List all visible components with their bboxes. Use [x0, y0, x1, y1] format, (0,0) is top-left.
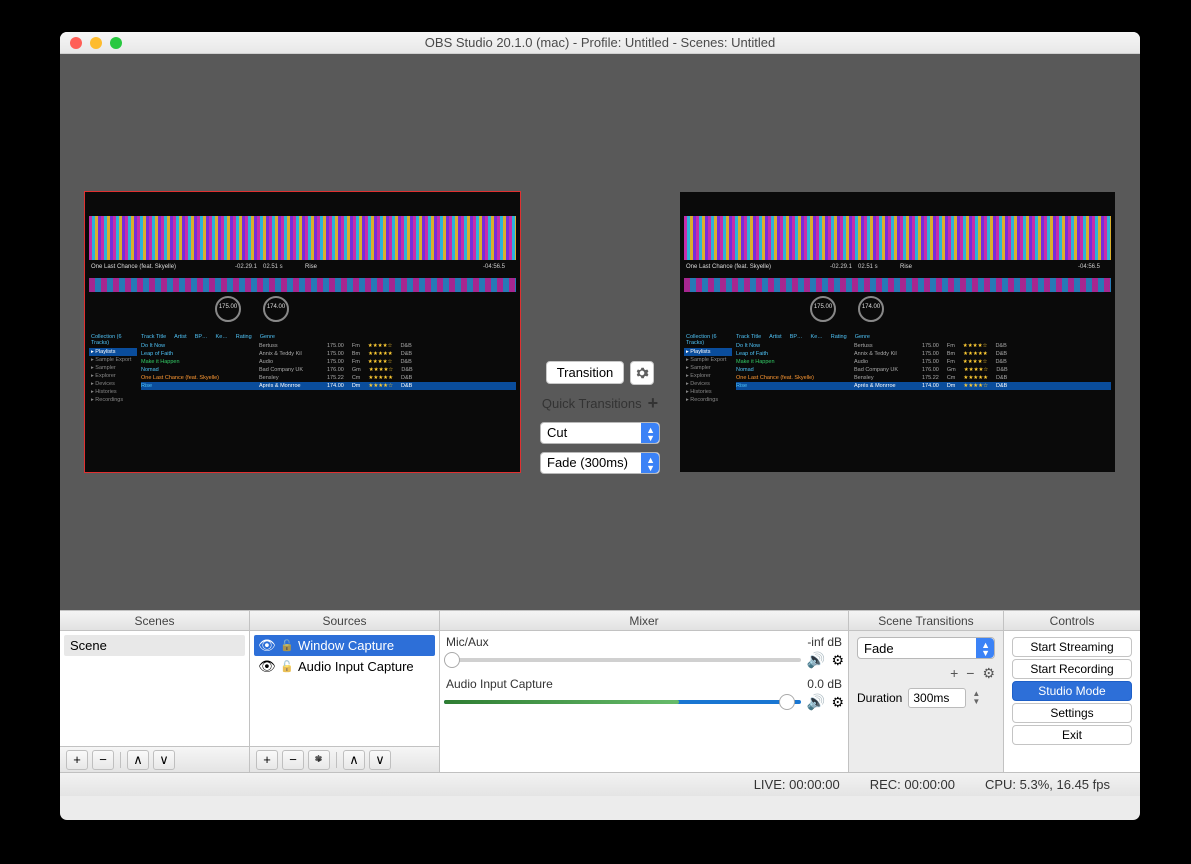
scene-transitions-header: Scene Transitions — [849, 611, 1003, 631]
remove-scene-button[interactable]: − — [92, 750, 114, 770]
window-title: OBS Studio 20.1.0 (mac) - Profile: Untit… — [60, 35, 1140, 50]
remove-transition-button[interactable]: − — [966, 665, 974, 682]
gear-icon — [313, 754, 325, 766]
lock-icon[interactable]: 🔓 — [280, 639, 292, 652]
minimize-icon[interactable] — [90, 37, 102, 49]
eye-icon[interactable]: 👁 — [258, 658, 274, 675]
scene-transition-select[interactable]: Fade ▲▼ — [857, 637, 995, 659]
scene-down-button[interactable]: ∨ — [153, 750, 175, 770]
control-button-settings[interactable]: Settings — [1012, 703, 1132, 723]
lock-icon[interactable]: 🔓 — [280, 660, 292, 673]
control-button-start-streaming[interactable]: Start Streaming — [1012, 637, 1132, 657]
gear-icon — [635, 366, 649, 380]
mixer-body: Mic/Aux -inf dB 🔊 ⚙ Audio Input Capture 0.0 d… — [440, 631, 848, 772]
mixer-channel-name: Mic/Aux — [446, 635, 489, 649]
mixer-panel: Mixer Mic/Aux-inf dB🔊⚙Audio Input Captur… — [440, 611, 849, 772]
status-cpu: CPU: 5.3%, 16.45 fps — [985, 777, 1110, 792]
status-rec: REC: 00:00:00 — [870, 777, 955, 792]
transition-button[interactable]: Transition — [546, 361, 625, 384]
scenes-list[interactable]: Scene — [60, 631, 249, 746]
duration-label: Duration — [857, 691, 902, 705]
gear-icon[interactable]: ⚙ — [831, 694, 844, 711]
preview-canvas-left[interactable]: One Last Chance (feat. Skyelle) -02.29.1… — [85, 192, 520, 472]
transition-controls: Transition Quick Transitions + Cut ▲▼ Fa… — [535, 68, 665, 596]
source-label: Window Capture — [298, 638, 394, 653]
chevron-updown-icon: ▲▼ — [981, 641, 990, 657]
control-button-start-recording[interactable]: Start Recording — [1012, 659, 1132, 679]
add-source-button[interactable]: + — [256, 750, 278, 770]
source-down-button[interactable]: ∨ — [369, 750, 391, 770]
zoom-icon[interactable] — [110, 37, 122, 49]
scene-up-button[interactable]: ∧ — [127, 750, 149, 770]
controls-header: Controls — [1004, 611, 1140, 631]
scenes-panel: Scenes Scene + − ∧ ∨ — [60, 611, 250, 772]
chevron-updown-icon: ▲▼ — [646, 456, 655, 472]
transition-settings-icon[interactable]: ⚙ — [982, 665, 995, 682]
add-scene-button[interactable]: + — [66, 750, 88, 770]
mixer-header: Mixer — [440, 611, 848, 631]
volume-slider[interactable] — [444, 658, 801, 662]
preview-pane-right[interactable]: One Last Chance (feat. Skyelle) -02.29.1… — [665, 68, 1130, 596]
status-live: LIVE: 00:00:00 — [754, 777, 840, 792]
sources-list[interactable]: 👁 🔓 Window Capture 👁 🔓 Audio Input Capture — [250, 631, 439, 746]
mixer-channel-name: Audio Input Capture — [446, 677, 553, 691]
remove-source-button[interactable]: − — [282, 750, 304, 770]
scenes-header: Scenes — [60, 611, 249, 631]
volume-slider[interactable] — [444, 700, 801, 704]
source-item[interactable]: 👁 🔓 Window Capture — [254, 635, 435, 656]
preview-pane-left[interactable]: One Last Chance (feat. Skyelle) -02.29.1… — [70, 68, 535, 596]
mixer-channel: Mic/Aux -inf dB 🔊 ⚙ — [444, 635, 844, 669]
quick-transition-select-1[interactable]: Fade (300ms) ▲▼ — [540, 452, 660, 474]
eye-icon[interactable]: 👁 — [258, 637, 274, 654]
controls-panel: Controls Start StreamingStart RecordingS… — [1004, 611, 1140, 772]
bottom-panels: Scenes Scene + − ∧ ∨ Sources 👁 🔓 Window Ca… — [60, 610, 1140, 772]
control-button-studio-mode[interactable]: Studio Mode — [1012, 681, 1132, 701]
gear-icon[interactable]: ⚙ — [831, 652, 844, 669]
sources-header: Sources — [250, 611, 439, 631]
scene-transitions-panel: Scene Transitions Fade ▲▼ + − ⚙ Duration… — [849, 611, 1004, 772]
source-item[interactable]: 👁 🔓 Audio Input Capture — [254, 656, 435, 677]
status-bar: LIVE: 00:00:00 REC: 00:00:00 CPU: 5.3%, … — [60, 772, 1140, 796]
titlebar: OBS Studio 20.1.0 (mac) - Profile: Untit… — [60, 32, 1140, 54]
app-window: OBS Studio 20.1.0 (mac) - Profile: Untit… — [60, 32, 1140, 820]
mixer-channel-level: -inf dB — [807, 635, 842, 649]
chevron-updown-icon: ▲▼ — [646, 426, 655, 442]
preview-area: One Last Chance (feat. Skyelle) -02.29.1… — [60, 54, 1140, 610]
scene-item[interactable]: Scene — [64, 635, 245, 656]
transition-settings-button[interactable] — [630, 361, 654, 385]
close-icon[interactable] — [70, 37, 82, 49]
speaker-icon[interactable]: 🔊 — [807, 651, 826, 669]
control-button-exit[interactable]: Exit — [1012, 725, 1132, 745]
add-quick-transition-button[interactable]: + — [648, 393, 659, 414]
quick-transition-select-0[interactable]: Cut ▲▼ — [540, 422, 660, 444]
add-transition-button[interactable]: + — [950, 665, 958, 682]
sources-panel: Sources 👁 🔓 Window Capture 👁 🔓 Audio Input Ca… — [250, 611, 440, 772]
quick-transitions-label: Quick Transitions + — [542, 393, 658, 414]
source-settings-button[interactable] — [308, 750, 330, 770]
mixer-channel-level: 0.0 dB — [807, 677, 842, 691]
duration-input[interactable] — [908, 688, 966, 708]
duration-stepper[interactable]: ▲▼ — [972, 690, 980, 706]
source-label: Audio Input Capture — [298, 659, 414, 674]
speaker-icon[interactable]: 🔊 — [807, 693, 826, 711]
mixer-channel: Audio Input Capture 0.0 dB 🔊 ⚙ — [444, 677, 844, 711]
source-up-button[interactable]: ∧ — [343, 750, 365, 770]
preview-canvas-right[interactable]: One Last Chance (feat. Skyelle) -02.29.1… — [680, 192, 1115, 472]
